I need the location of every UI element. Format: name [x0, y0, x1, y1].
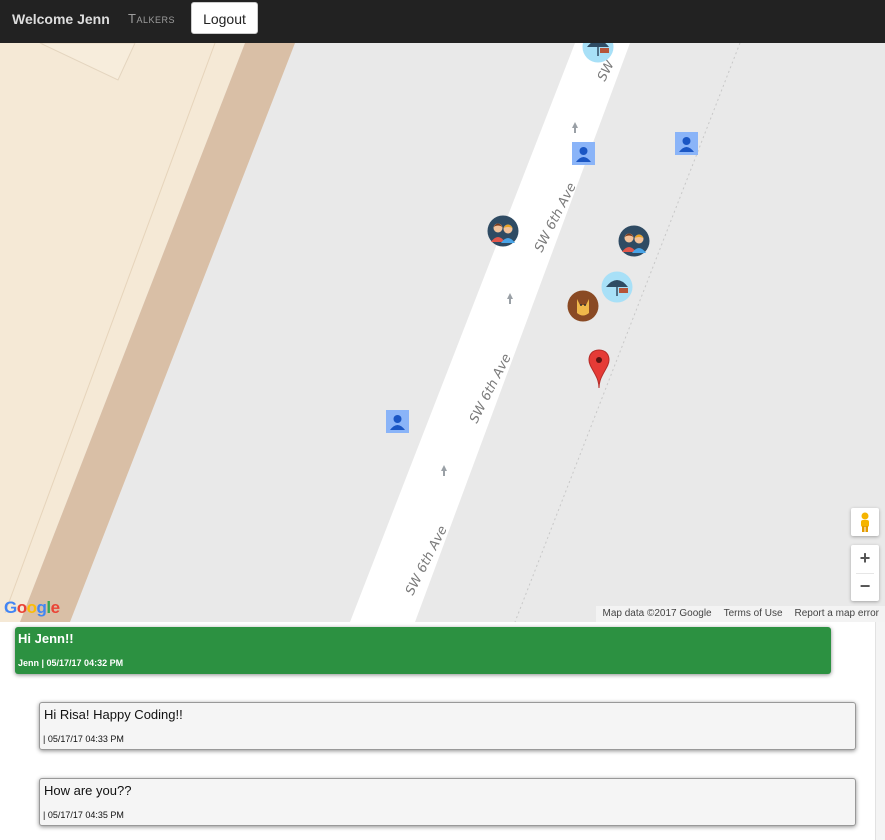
message-item: Hi Risa! Happy Coding!! | 05/17/17 04:33…: [39, 702, 856, 750]
zoom-out-button[interactable]: −: [851, 573, 879, 601]
message-item: Hi Jenn!! Jenn | 05/17/17 04:32 PM: [15, 627, 831, 674]
zoom-in-button[interactable]: +: [851, 545, 879, 573]
map-data-credit: Map data ©2017 Google: [602, 608, 712, 619]
map-pin-icon[interactable]: [588, 349, 610, 389]
welcome-text: Welcome Jenn: [12, 11, 110, 27]
person-icon[interactable]: [386, 410, 409, 433]
pegman-icon: [861, 512, 869, 532]
road-sw-6th-ave: [350, 43, 630, 622]
message-list[interactable]: Hi Jenn!! Jenn | 05/17/17 04:32 PM Hi Ri…: [0, 622, 885, 840]
umbrella-avatar-icon[interactable]: [601, 271, 633, 303]
building-area: [0, 43, 245, 622]
report-map-error-link[interactable]: Report a map error: [789, 606, 885, 622]
message-item: How are you?? | 05/17/17 04:35 PM: [39, 778, 856, 826]
couple-avatar-icon[interactable]: [487, 215, 519, 247]
message-meta: | 05/17/17 04:35 PM: [43, 810, 124, 820]
logout-button[interactable]: Logout: [191, 2, 258, 34]
message-text: Hi Risa! Happy Coding!!: [44, 707, 183, 722]
terms-of-use-link[interactable]: Terms of Use: [718, 606, 789, 622]
map-footer: Map data ©2017 Google Terms of Use Repor…: [596, 606, 885, 622]
message-meta: | 05/17/17 04:33 PM: [43, 734, 124, 744]
google-logo: Google: [4, 598, 60, 617]
map-view[interactable]: SW 6th Ave SW 6th Ave SW 6th Ave SW + − …: [0, 43, 885, 622]
navbar: Welcome Jenn Talkers Logout: [0, 0, 885, 43]
couple-avatar-icon[interactable]: [618, 225, 650, 257]
message-text: How are you??: [44, 783, 132, 798]
talkers-link[interactable]: Talkers: [128, 0, 175, 43]
street-view-pegman[interactable]: [851, 508, 879, 536]
message-meta: Jenn | 05/17/17 04:32 PM: [18, 658, 124, 668]
umbrella-avatar-icon[interactable]: [582, 43, 614, 63]
person-icon[interactable]: [675, 132, 698, 155]
person-icon[interactable]: [572, 142, 595, 165]
dog-avatar-icon[interactable]: [567, 290, 599, 322]
message-text: Hi Jenn!!: [18, 631, 74, 646]
zoom-control: + −: [851, 545, 879, 601]
scrollbar[interactable]: [875, 622, 885, 840]
